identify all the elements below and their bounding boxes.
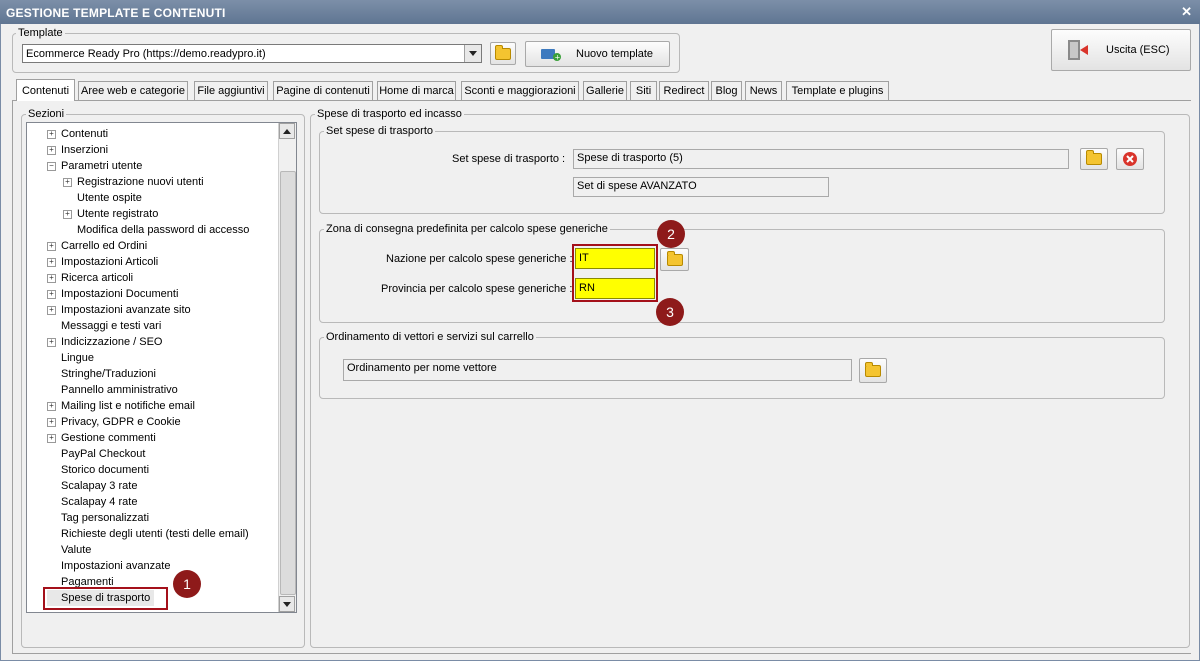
- exit-door-icon: [1068, 40, 1088, 60]
- sections-label: Sezioni: [26, 108, 67, 120]
- tab-aree-web[interactable]: Aree web e categorie: [78, 81, 188, 100]
- order-value-field: Ordinamento per nome vettore: [343, 359, 852, 381]
- tree-item-impostazioni-avanzate-sito[interactable]: + Impostazioni avanzate sito: [47, 302, 191, 318]
- tree-item-scalapay-4[interactable]: Scalapay 4 rate: [47, 494, 137, 510]
- folder-icon: [495, 44, 511, 60]
- tree-item-ricerca-articoli[interactable]: + Ricerca articoli: [47, 270, 133, 286]
- province-label: Provincia per calcolo spese generiche :: [381, 283, 573, 295]
- tree-item-parametri-utente[interactable]: − Parametri utente: [47, 158, 142, 174]
- tab-contenuti[interactable]: Contenuti: [16, 79, 75, 101]
- new-template-button[interactable]: + Nuovo template: [525, 41, 670, 67]
- tab-home-marca[interactable]: Home di marca: [377, 81, 456, 100]
- tab-template-plugins[interactable]: Template e plugins: [786, 81, 889, 100]
- tree-item-paypal[interactable]: PayPal Checkout: [47, 446, 145, 462]
- tree-item-impostazioni-avanzate[interactable]: Impostazioni avanzate: [47, 558, 170, 574]
- set-clear-button[interactable]: [1116, 148, 1144, 170]
- annotation-badge-1: 1: [173, 570, 201, 598]
- window-title: GESTIONE TEMPLATE E CONTENUTI: [6, 6, 226, 20]
- tab-siti[interactable]: Siti: [630, 81, 657, 100]
- scroll-thumb[interactable]: [280, 171, 296, 595]
- set-browse-button[interactable]: [1080, 148, 1108, 170]
- folder-icon: [666, 250, 683, 266]
- set-label: Set spese di trasporto :: [452, 153, 566, 165]
- set-group-label: Set spese di trasporto: [324, 125, 436, 137]
- tree-item-commenti[interactable]: + Gestione commenti: [47, 430, 156, 446]
- close-icon[interactable]: ✕: [1181, 4, 1192, 20]
- scroll-up-icon[interactable]: [279, 123, 295, 139]
- template-select-value: Ecommerce Ready Pro (https://demo.readyp…: [26, 48, 266, 60]
- tree-item-pannello[interactable]: Pannello amministrativo: [47, 382, 178, 398]
- chevron-down-icon[interactable]: [464, 45, 481, 62]
- tree-item-mailing-list[interactable]: + Mailing list e notifiche email: [47, 398, 195, 414]
- tree-item-seo[interactable]: + Indicizzazione / SEO: [47, 334, 163, 350]
- exit-button[interactable]: Uscita (ESC): [1051, 29, 1191, 71]
- new-template-icon: +: [541, 49, 561, 62]
- tree-item-modifica-password[interactable]: Modifica della password di accesso: [63, 222, 249, 238]
- tree-item-privacy[interactable]: + Privacy, GDPR e Cookie: [47, 414, 181, 430]
- tree-item-utente-registrato[interactable]: + Utente registrato: [63, 206, 158, 222]
- tree-item-inserzioni[interactable]: + Inserzioni: [47, 142, 108, 158]
- zone-group: [319, 229, 1165, 323]
- tree-item-scalapay-3[interactable]: Scalapay 3 rate: [47, 478, 137, 494]
- tree-item-lingue[interactable]: Lingue: [47, 350, 94, 366]
- tree-item-tag[interactable]: Tag personalizzati: [47, 510, 149, 526]
- tree-item-contenuti[interactable]: + Contenuti: [47, 126, 108, 142]
- set-value-field: Spese di trasporto (5): [573, 149, 1069, 169]
- tab-redirect[interactable]: Redirect: [659, 81, 709, 100]
- tree-item-carrello[interactable]: + Carrello ed Ordini: [47, 238, 147, 254]
- exit-button-label: Uscita (ESC): [1106, 44, 1170, 56]
- window-titlebar: GESTIONE TEMPLATE E CONTENUTI ✕: [0, 0, 1200, 24]
- tree-item-registrazione[interactable]: + Registrazione nuovi utenti: [63, 174, 204, 190]
- tree-item-richieste[interactable]: Richieste degli utenti (testi delle emai…: [47, 526, 249, 542]
- tree-item-impostazioni-documenti[interactable]: + Impostazioni Documenti: [47, 286, 178, 302]
- set-group: [319, 131, 1165, 214]
- svg-text:+: +: [555, 54, 561, 62]
- template-browse-button[interactable]: [490, 42, 516, 65]
- new-template-label: Nuovo template: [576, 48, 654, 60]
- tree-item-storico[interactable]: Storico documenti: [47, 462, 149, 478]
- annotation-box-2: [572, 244, 658, 302]
- tree-item-stringhe[interactable]: Stringhe/Traduzioni: [47, 366, 156, 382]
- annotation-badge-2: 2: [657, 220, 685, 248]
- tab-file-aggiuntivi[interactable]: File aggiuntivi: [194, 81, 268, 100]
- template-group-label: Template: [16, 27, 65, 39]
- folder-icon: [1086, 150, 1102, 165]
- tree-item-impostazioni-articoli[interactable]: + Impostazioni Articoli: [47, 254, 158, 270]
- order-browse-button[interactable]: [859, 358, 887, 383]
- scroll-down-icon[interactable]: [279, 596, 295, 612]
- annotation-box-1: [43, 587, 168, 610]
- sections-tree[interactable]: + Contenuti + Inserzioni − Parametri utente…: [26, 122, 297, 613]
- tab-gallerie[interactable]: Gallerie: [583, 81, 627, 100]
- tab-pagine-contenuti[interactable]: Pagine di contenuti: [273, 81, 373, 100]
- nation-browse-button[interactable]: [660, 248, 689, 271]
- tree-item-messaggi[interactable]: Messaggi e testi vari: [47, 318, 161, 334]
- shipping-panel-title: Spese di trasporto ed incasso: [315, 108, 464, 120]
- tab-blog[interactable]: Blog: [711, 81, 742, 100]
- annotation-badge-3: 3: [656, 298, 684, 326]
- template-select[interactable]: Ecommerce Ready Pro (https://demo.readyp…: [22, 44, 482, 63]
- tree-item-valute[interactable]: Valute: [47, 542, 91, 558]
- clear-icon: [1123, 152, 1137, 166]
- nation-label: Nazione per calcolo spese generiche :: [386, 253, 573, 265]
- tab-news[interactable]: News: [745, 81, 782, 100]
- folder-icon: [865, 361, 881, 377]
- tree-scrollbar[interactable]: [278, 123, 296, 612]
- tree-item-utente-ospite[interactable]: Utente ospite: [63, 190, 142, 206]
- set-sub-field: Set di spese AVANZATO: [573, 177, 829, 197]
- tab-sconti[interactable]: Sconti e maggiorazioni: [461, 81, 579, 100]
- zone-group-label: Zona di consegna predefinita per calcolo…: [324, 223, 610, 235]
- order-group-label: Ordinamento di vettori e servizi sul car…: [324, 331, 536, 343]
